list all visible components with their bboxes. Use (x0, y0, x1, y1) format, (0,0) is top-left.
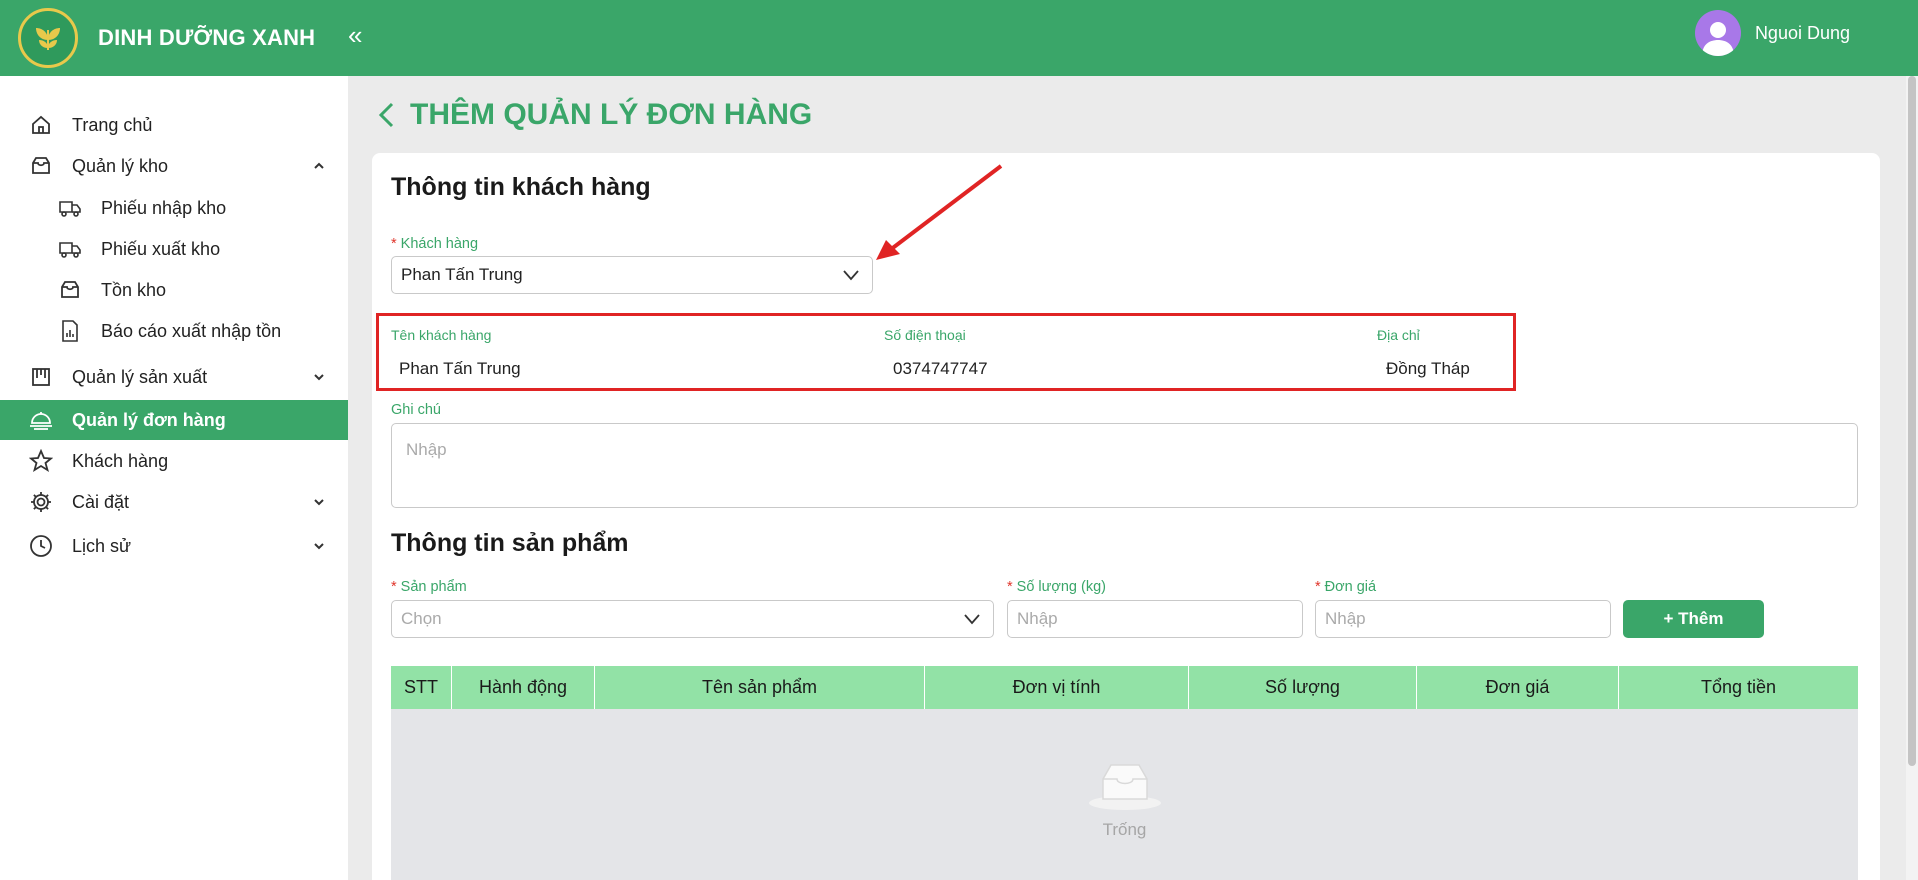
customer-phone-label: Số điện thoại (884, 327, 966, 343)
logo-icon (18, 8, 78, 68)
avatar (1694, 10, 1741, 56)
inbox-icon (28, 153, 54, 179)
inbox-icon (57, 277, 83, 303)
collapse-sidebar-icon[interactable]: « (348, 20, 362, 50)
sidebar-item-label: Quản lý đơn hàng (72, 409, 226, 430)
product-section-title: Thông tin sản phẩm (391, 529, 629, 557)
user-menu[interactable]: Nguoi Dung (1694, 10, 1850, 56)
truck-icon (57, 195, 83, 221)
home-icon (28, 112, 54, 138)
sidebar-item-label: Trang chủ (72, 114, 153, 135)
clock-icon (28, 533, 54, 559)
user-name: Nguoi Dung (1754, 22, 1850, 43)
price-field-label: * Đơn giá (1315, 579, 1377, 595)
empty-state: Trống (391, 759, 1858, 840)
empty-box-icon (1088, 764, 1161, 810)
sidebar-item-home[interactable]: Trang chủ (0, 105, 348, 145)
quantity-input[interactable]: Nhập (1007, 600, 1303, 638)
chevron-up-icon (314, 162, 324, 169)
sidebar-item-label: Quản lý sản xuất (72, 366, 208, 387)
sidebar-item-label: Phiếu nhập kho (101, 197, 227, 218)
column-header: STT (391, 666, 452, 709)
chevron-down-icon (843, 270, 859, 281)
customer-name-detail: Tên khách hàng Phan Tấn Trung (391, 327, 521, 379)
annotation-arrow-icon (876, 164, 1003, 260)
chevron-down-icon (314, 499, 324, 506)
add-product-button[interactable]: + Thêm (1623, 600, 1764, 638)
sidebar-item-label: Khách hàng (72, 450, 169, 471)
customer-field-label: * Khách hàng (391, 236, 479, 252)
column-header: Số lượng (1189, 666, 1417, 709)
product-select-placeholder: Chọn (401, 609, 442, 628)
customer-address-value: Đồng Tháp (1386, 359, 1470, 378)
page-title-text: THÊM QUẢN LÝ ĐƠN HÀNG (410, 98, 813, 131)
brand[interactable]: DINH DƯỠNG XANH (18, 6, 315, 70)
customer-name-value: Phan Tấn Trung (399, 359, 521, 378)
column-header: Tên sản phẩm (595, 666, 925, 709)
product-field-label: * Sản phẩm (391, 579, 467, 595)
empty-text: Trống (1102, 820, 1147, 839)
sidebar-item-label: Báo cáo xuất nhập tồn (101, 320, 282, 341)
customer-select[interactable]: Phan Tấn Trung (391, 256, 873, 294)
sidebar-item-warehouse[interactable]: Quản lý kho (0, 146, 348, 186)
quantity-field-label: * Số lượng (kg) (1007, 579, 1106, 595)
customer-phone-value: 0374747747 (893, 359, 988, 378)
customer-section-title: Thông tin khách hàng (391, 173, 651, 201)
gear-icon (28, 489, 54, 515)
sidebar-item-label: Phiếu xuất kho (101, 238, 221, 259)
sidebar-item-export-receipt[interactable]: Phiếu xuất kho (0, 229, 348, 269)
note-label: Ghi chú (391, 402, 441, 418)
chevron-down-icon (314, 374, 324, 381)
table-header: STT Hành động Tên sản phẩm Đơn vị tính S… (391, 666, 1858, 709)
customer-phone-detail: Số điện thoại 0374747747 (884, 327, 988, 379)
sidebar-item-customers[interactable]: Khách hàng (0, 441, 348, 481)
customer-address-label: Địa chỉ (1377, 327, 1420, 343)
customer-name-label: Tên khách hàng (391, 327, 492, 343)
sidebar-item-inventory[interactable]: Tồn kho (0, 270, 348, 310)
price-placeholder: Nhập (1325, 609, 1366, 628)
sidebar-item-label: Cài đặt (72, 491, 130, 512)
column-header: Đơn vị tính (925, 666, 1189, 709)
quantity-placeholder: Nhập (1017, 609, 1058, 628)
sidebar-item-label: Quản lý kho (72, 155, 169, 176)
sidebar: Trang chủ Quản lý kho Phiếu nhập kho Phi… (0, 76, 348, 880)
scrollbar-thumb[interactable] (1908, 76, 1916, 766)
customer-select-value: Phan Tấn Trung (401, 265, 523, 284)
back-arrow-icon[interactable] (374, 100, 400, 130)
note-placeholder: Nhập (406, 440, 447, 459)
page-title: THÊM QUẢN LÝ ĐƠN HÀNG (374, 98, 812, 132)
column-header: Hành động (452, 666, 595, 709)
report-icon (57, 318, 83, 344)
factory-icon (28, 364, 54, 390)
top-header: DINH DƯỠNG XANH « Nguoi Dung (0, 0, 1918, 76)
sidebar-item-report[interactable]: Báo cáo xuất nhập tồn (0, 311, 348, 351)
column-header: Tổng tiền (1700, 677, 1777, 697)
brand-name: DINH DƯỠNG XANH (98, 25, 316, 50)
products-table: STT Hành động Tên sản phẩm Đơn vị tính S… (391, 666, 1858, 880)
note-textarea[interactable]: Nhập (391, 423, 1858, 508)
customer-address-detail: Địa chỉ Đồng Tháp (1377, 327, 1470, 379)
sidebar-item-label: Tồn kho (101, 279, 167, 300)
sidebar-item-settings[interactable]: Cài đặt (0, 482, 348, 522)
chevron-down-icon (314, 543, 324, 550)
truck-icon (57, 236, 83, 262)
sidebar-item-history[interactable]: Lịch sử (0, 526, 348, 566)
sidebar-item-import-receipt[interactable]: Phiếu nhập kho (0, 188, 348, 228)
star-icon (28, 448, 54, 474)
column-header: Đơn giá (1417, 666, 1619, 709)
product-select[interactable]: Chọn (391, 600, 994, 638)
sidebar-item-label: Lịch sử (72, 535, 132, 556)
page-scrollbar[interactable] (1906, 76, 1918, 880)
sidebar-item-orders[interactable]: Quản lý đơn hàng (0, 400, 348, 440)
table-body: Trống (391, 709, 1858, 880)
dish-icon (28, 407, 54, 433)
price-input[interactable]: Nhập (1315, 600, 1611, 638)
chevron-down-icon (964, 614, 980, 625)
customer-details-highlight: Tên khách hàng Phan Tấn Trung Số điện th… (376, 313, 1516, 391)
sidebar-item-production[interactable]: Quản lý sản xuất (0, 357, 348, 397)
